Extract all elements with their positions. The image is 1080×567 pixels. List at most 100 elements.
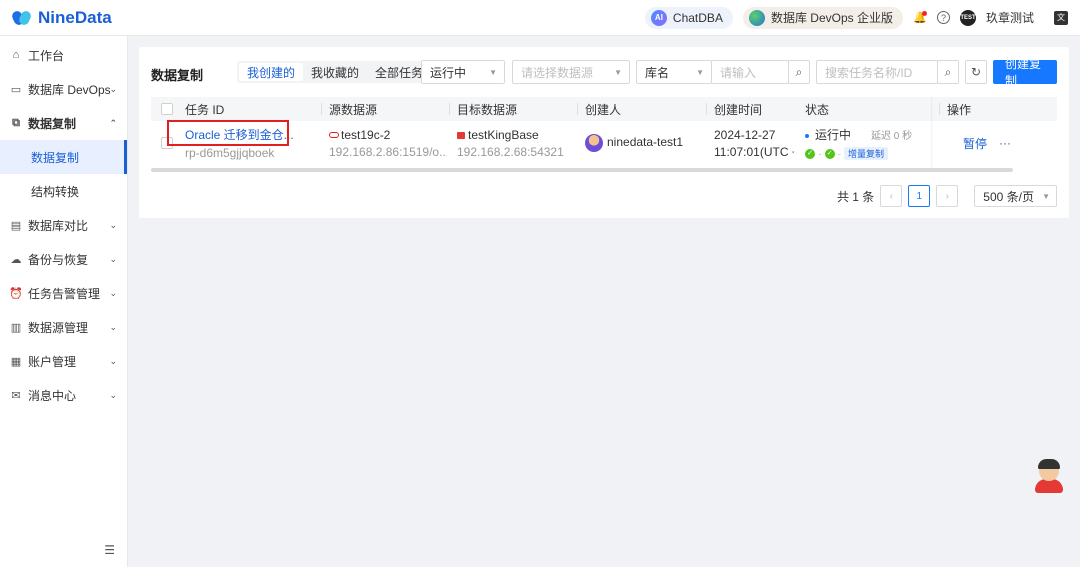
horizontal-scrollbar[interactable] [151,168,1057,172]
customer-support-avatar-icon[interactable] [1034,459,1064,493]
dbname-select-value: 库名 [645,65,670,80]
sidebar-item-label: 备份与恢复 [28,252,89,267]
sidebar-item-messages[interactable]: ✉ 消息中心 ⌄ [0,378,127,412]
chatdba-label: ChatDBA [672,10,723,25]
backup-icon: ☁ [10,253,22,266]
chevron-down-icon: ⌄ [109,321,117,332]
replicate-icon: ⧉ [12,116,20,129]
column-header-status[interactable]: 状态 [805,97,829,121]
task-search-input[interactable]: 搜索任务名称/ID [816,60,938,84]
tab-my-favorites[interactable]: 我收藏的 [303,63,367,81]
chevron-down-icon: ▼ [489,67,497,77]
collapse-sidebar-icon[interactable]: ☰ [104,543,115,557]
chevron-down-icon: ⌄ [109,253,117,264]
column-header-source[interactable]: 源数据源 [320,97,377,121]
monitor-icon: ▭ [10,83,22,96]
sidebar-item-account[interactable]: ▦ 账户管理 ⌄ [0,344,127,378]
page-title: 数据复制 [151,68,204,83]
source-address: 192.168.2.86:1519/o... [329,144,447,159]
column-header-task-id[interactable]: 任务 ID [185,97,224,121]
select-all-checkbox[interactable] [161,97,173,121]
chevron-down-icon: ▼ [1042,191,1050,201]
sidebar-item-backup[interactable]: ☁ 备份与恢复 ⌄ [0,242,127,276]
user-avatar[interactable]: TEST [959,9,976,26]
chevron-up-icon: ⌃ [109,117,117,128]
sidebar-item-label: 数据源管理 [28,320,89,335]
sidebar-item-label: 账户管理 [28,354,77,369]
prev-page-button[interactable]: ‹ [880,185,903,207]
column-header-actions: 操作 [938,97,971,121]
more-actions-icon[interactable]: ··· [999,136,1011,150]
mail-icon: ✉ [11,389,21,402]
page-number-button[interactable]: 1 [908,185,931,207]
sidebar-item-compare[interactable]: ▤ 数据库对比 ⌄ [0,208,127,242]
devops-edition-button[interactable]: 数据库 DevOps 企业版 [742,6,903,29]
toolbar: 数据复制 我创建的 我收藏的 全部任务 运行中 ▼ 请选择数据源 ▼ 库名 ▼ … [139,57,1069,88]
replication-card: 数据复制 我创建的 我收藏的 全部任务 运行中 ▼ 请选择数据源 ▼ 库名 ▼ … [139,47,1069,218]
datasource-placeholder: 请选择数据源 [521,65,594,80]
sidebar-subitem-replication[interactable]: 数据复制 [0,140,127,174]
help-icon[interactable]: ? [936,11,950,24]
notification-bell-icon[interactable]: 🔔 [913,10,927,25]
pause-button[interactable]: 暂停 [963,135,987,152]
replication-delay: 延迟 0 秒 [871,131,913,142]
target-address: 192.168.2.68:54321 [457,144,564,159]
sidebar-item-devops[interactable]: ▭ 数据库 DevOps ⌄ [0,72,127,106]
creator-avatar [585,134,603,152]
create-replication-button[interactable]: 创建复制 [993,57,1057,88]
chevron-down-icon: ⌄ [109,389,117,400]
refresh-icon[interactable]: ↻ [965,60,987,84]
scrollbar-thumb[interactable] [151,168,1013,172]
task-id: rp-d6m5gjjqboek [185,146,275,160]
check-circle-icon: ✓ [824,148,835,159]
devops-edition-label: 数据库 DevOps 企业版 [770,11,893,25]
dbname-select[interactable]: 库名 ▼ [636,60,712,84]
page-size-select[interactable]: 500 条/页 ▼ [974,185,1057,207]
user-name[interactable]: 玖章测试 [986,9,1034,26]
table-header: 任务 ID 源数据源 目标数据源 创建人 创建时间 状态 操作 [151,97,1057,121]
creator: ninedata-test1 [585,134,705,152]
sidebar-item-label: 数据库 DevOps [28,82,111,97]
next-page-button[interactable]: › [936,185,959,207]
column-header-creator[interactable]: 创建人 [576,97,621,121]
sidebar-item-replication[interactable]: ⧉ 数据复制 ⌃ [0,106,127,140]
created-time: 11:07:01(UTC +0 [714,144,794,159]
task-search-placeholder: 搜索任务名称/ID [825,65,913,80]
chatdba-button[interactable]: AI ChatDBA [644,6,733,29]
target-datasource[interactable]: testKingBase [457,128,575,142]
sidebar-item-workbench[interactable]: ⌂ 工作台 [0,38,127,72]
task-search-button[interactable]: ⌕ [937,60,959,84]
replication-stages: ✓ - ✓ - 增量复制 [805,146,941,160]
source-datasource[interactable]: test19c-2 [329,128,447,142]
dbname-input[interactable]: 请输入 [711,60,789,84]
sidebar-item-datasource[interactable]: ▥ 数据源管理 ⌄ [0,310,127,344]
status-select[interactable]: 运行中 ▼ [421,60,505,84]
status-dot-icon [805,133,809,138]
sidebar-item-label: 数据库对比 [28,218,89,233]
dbname-search-button[interactable]: ⌕ [788,60,810,84]
compare-icon: ▤ [10,219,22,232]
oracle-icon [329,132,339,139]
alarm-icon: ⏰ [9,287,23,300]
datasource-select[interactable]: 请选择数据源 ▼ [512,60,630,84]
chevron-down-icon: ⌄ [109,83,117,94]
datasource-icon: ▥ [10,321,22,334]
language-switch-icon[interactable]: 文 [1054,10,1068,25]
logo[interactable]: NineData [10,7,112,28]
chevron-down-icon: ⌄ [109,287,117,298]
tab-my-created[interactable]: 我创建的 [239,63,304,81]
sidebar-item-alarm[interactable]: ⏰ 任务告警管理 ⌄ [0,276,127,310]
column-header-target[interactable]: 目标数据源 [448,97,517,121]
globe-icon [748,9,765,26]
column-header-created-time[interactable]: 创建时间 [705,97,762,121]
pagination: 共 1 条 ‹ 1 › 500 条/页 ▼ [837,185,1057,207]
fixed-column-divider [931,97,933,169]
status-select-value: 运行中 [430,65,467,80]
sidebar-subitem-schema-conversion[interactable]: 结构转换 [0,174,127,208]
sidebar: ⌂ 工作台 ▭ 数据库 DevOps ⌄ ⧉ 数据复制 ⌃ 数据复制 结构转换 … [0,36,128,567]
home-icon: ⌂ [12,49,20,61]
logo-text: NineData [38,7,112,27]
dbname-input-placeholder: 请输入 [720,65,757,80]
task-filter-tabs: 我创建的 我收藏的 全部任务 [237,61,434,83]
highlight-box [167,120,289,146]
